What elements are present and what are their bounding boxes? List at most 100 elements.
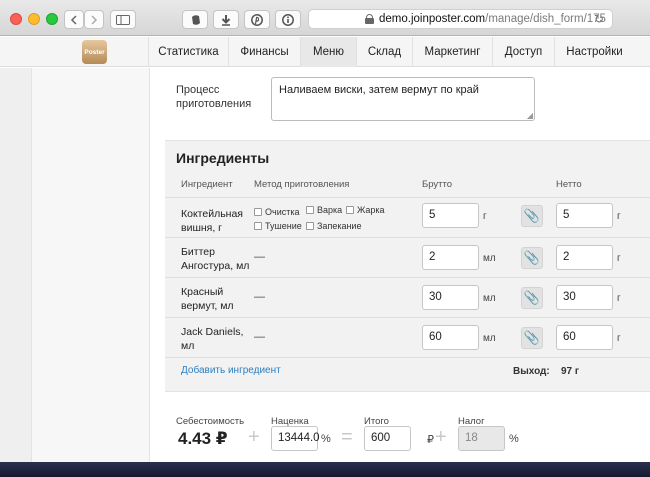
elephant-icon bbox=[191, 14, 200, 25]
row-divider bbox=[165, 197, 650, 198]
method-checkbox-cleaning[interactable]: Очистка bbox=[254, 207, 299, 217]
evernote-extension-button[interactable] bbox=[182, 10, 208, 29]
method-checkbox-stewing[interactable]: Тушение bbox=[254, 221, 302, 231]
paperclip-icon: 📎 bbox=[523, 208, 541, 223]
zoom-window-button[interactable] bbox=[46, 13, 58, 25]
paperclip-button[interactable]: 📎 bbox=[521, 287, 543, 309]
cost-label: Себестоимость bbox=[176, 416, 245, 427]
tab-access[interactable]: Доступ bbox=[492, 37, 554, 67]
chevron-left-icon bbox=[70, 14, 77, 25]
gross-unit: г bbox=[483, 211, 487, 222]
info-extension-button[interactable] bbox=[275, 10, 301, 29]
row-divider bbox=[165, 357, 650, 358]
method-checkbox-frying[interactable]: Жарка bbox=[346, 205, 385, 215]
paperclip-icon: 📎 bbox=[523, 290, 541, 305]
process-textarea[interactable]: Наливаем виски, затем вермут по край ◢ bbox=[271, 77, 535, 121]
net-unit: г bbox=[617, 333, 621, 344]
row-divider bbox=[165, 277, 650, 278]
url-host: demo.joinposter.com bbox=[379, 13, 486, 25]
poster-logo[interactable]: Poster bbox=[82, 40, 107, 64]
markup-unit: % bbox=[321, 433, 331, 445]
paperclip-button[interactable]: 📎 bbox=[521, 327, 543, 349]
net-unit: г bbox=[617, 211, 621, 222]
method-empty: — bbox=[254, 291, 265, 303]
ingredient-name: Jack Daniels, мл bbox=[181, 326, 244, 352]
plus-sign: + bbox=[248, 426, 260, 448]
app-navigation: Poster Статистика Финансы Меню Склад Мар… bbox=[0, 37, 650, 67]
net-input[interactable]: 30 bbox=[556, 285, 613, 310]
tax-input: 18 bbox=[458, 426, 505, 451]
tax-unit: % bbox=[509, 433, 519, 445]
net-input[interactable]: 2 bbox=[556, 245, 613, 270]
lock-icon bbox=[365, 14, 374, 24]
tab-marketing[interactable]: Маркетинг bbox=[412, 37, 492, 67]
paperclip-button[interactable]: 📎 bbox=[521, 247, 543, 269]
gross-unit: мл bbox=[483, 253, 496, 264]
pinterest-icon bbox=[251, 13, 263, 26]
info-icon bbox=[282, 13, 294, 26]
method-empty: — bbox=[254, 331, 265, 343]
net-input[interactable]: 60 bbox=[556, 325, 613, 350]
resize-grip-icon[interactable]: ◢ bbox=[527, 111, 533, 120]
paperclip-icon: 📎 bbox=[523, 250, 541, 265]
tab-warehouse[interactable]: Склад bbox=[356, 37, 412, 67]
header-ingredient: Ингредиент bbox=[181, 179, 233, 190]
header-gross: Брутто bbox=[422, 179, 453, 190]
header-method: Метод приготовления bbox=[254, 179, 350, 190]
close-window-button[interactable] bbox=[10, 13, 22, 25]
plus-sign: + bbox=[435, 426, 447, 448]
left-sidebar bbox=[0, 68, 150, 462]
pinterest-extension-button[interactable] bbox=[244, 10, 270, 29]
gross-input[interactable]: 30 bbox=[422, 285, 479, 310]
ingredients-title: Ингредиенты bbox=[176, 150, 270, 166]
equals-sign: = bbox=[341, 426, 353, 448]
browser-toolbar: demo.joinposter.com/manage/dish_form/175… bbox=[0, 0, 650, 36]
gross-input[interactable]: 5 bbox=[422, 203, 479, 228]
tab-menu[interactable]: Меню bbox=[300, 37, 356, 67]
net-unit: г bbox=[617, 253, 621, 264]
ingredient-name: Коктейльная вишня, г bbox=[181, 208, 243, 234]
ingredient-name: Биттер Ангостура, мл bbox=[181, 246, 250, 272]
process-text: Наливаем виски, затем вермут по край bbox=[279, 84, 479, 96]
method-empty: — bbox=[254, 251, 265, 263]
gross-unit: мл bbox=[483, 293, 496, 304]
net-input[interactable]: 5 bbox=[556, 203, 613, 228]
total-input[interactable]: 600 bbox=[364, 426, 411, 451]
url-path: /manage/dish_form/175 bbox=[485, 13, 606, 25]
markup-input[interactable]: 13444.0 bbox=[271, 426, 320, 451]
paperclip-icon: 📎 bbox=[523, 330, 541, 345]
back-button[interactable] bbox=[64, 10, 84, 29]
gross-input[interactable]: 2 bbox=[422, 245, 479, 270]
header-net: Нетто bbox=[556, 179, 582, 190]
sidebar-strip bbox=[0, 68, 32, 462]
yield-label: Выход: bbox=[513, 366, 550, 377]
sidebar-toggle-button[interactable] bbox=[110, 10, 136, 29]
yield-value: 97 г bbox=[561, 366, 580, 377]
sidebar-icon bbox=[116, 14, 130, 25]
total-unit: ₽ bbox=[427, 434, 434, 446]
paperclip-button[interactable]: 📎 bbox=[521, 205, 543, 227]
method-checkbox-boiling[interactable]: Варка bbox=[306, 205, 342, 215]
forward-button[interactable] bbox=[84, 10, 104, 29]
ingredients-panel: Ингредиенты Ингредиент Метод приготовлен… bbox=[165, 140, 650, 392]
browser-window: demo.joinposter.com/manage/dish_form/175… bbox=[0, 0, 650, 462]
reload-icon[interactable]: ↻ bbox=[594, 12, 604, 26]
ingredient-name: Красный вермут, мл bbox=[181, 286, 234, 312]
address-bar[interactable]: demo.joinposter.com/manage/dish_form/175… bbox=[308, 9, 613, 29]
gross-input[interactable]: 60 bbox=[422, 325, 479, 350]
minimize-window-button[interactable] bbox=[28, 13, 40, 25]
row-divider bbox=[165, 317, 650, 318]
download-icon bbox=[221, 14, 231, 26]
cost-value: 4.43 ₽ bbox=[178, 429, 228, 448]
download-extension-button[interactable] bbox=[213, 10, 239, 29]
tab-statistics[interactable]: Статистика bbox=[148, 37, 228, 67]
chevron-right-icon bbox=[91, 14, 98, 25]
add-ingredient-link[interactable]: Добавить ингредиент bbox=[181, 365, 281, 376]
net-unit: г bbox=[617, 293, 621, 304]
tab-finances[interactable]: Финансы bbox=[228, 37, 300, 67]
gross-unit: мл bbox=[483, 333, 496, 344]
method-checkbox-baking[interactable]: Запекание bbox=[306, 221, 361, 231]
row-divider bbox=[165, 237, 650, 238]
process-label: Процесс приготовления bbox=[176, 84, 252, 110]
tab-settings[interactable]: Настройки bbox=[554, 37, 634, 67]
